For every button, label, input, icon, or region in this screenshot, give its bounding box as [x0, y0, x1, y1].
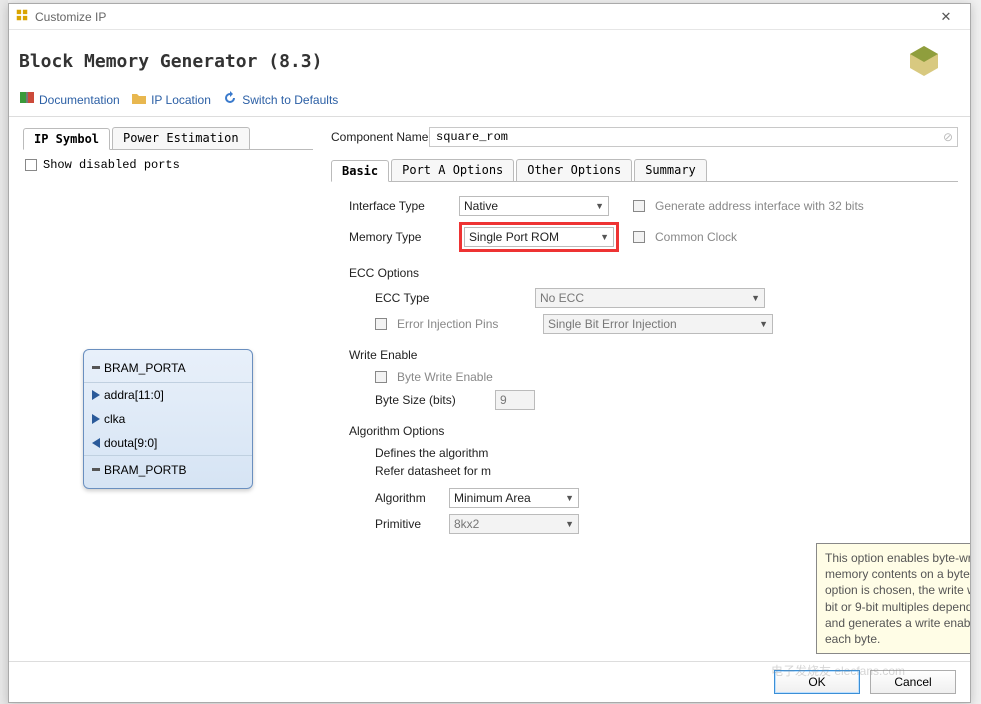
right-pane: Component Name square_rom ⊘ Basic Port A…: [331, 127, 958, 657]
tab-other-options[interactable]: Other Options: [516, 159, 632, 181]
window-title: Customize IP: [35, 10, 106, 24]
primitive-label: Primitive: [375, 517, 449, 531]
byte-size-label: Byte Size (bits): [375, 393, 495, 407]
bram-porta-label: BRAM_PORTA: [104, 361, 186, 375]
error-injection-pins-checkbox: [375, 318, 387, 330]
interface-type-value: Native: [464, 199, 498, 213]
memory-type-label: Memory Type: [349, 230, 459, 244]
component-name-value: square_rom: [436, 130, 508, 144]
ecc-type-value: No ECC: [540, 291, 584, 305]
chevron-down-icon: ▼: [600, 232, 609, 242]
chevron-down-icon: ▼: [595, 201, 604, 211]
gen-addr32-label: Generate address interface with 32 bits: [655, 199, 864, 213]
ip-location-link[interactable]: IP Location: [131, 91, 211, 108]
interface-type-select[interactable]: Native ▼: [459, 196, 609, 216]
interface-type-label: Interface Type: [349, 199, 459, 213]
vendor-logo-icon: [908, 44, 940, 79]
gen-addr32-checkbox: [633, 200, 645, 212]
byte-write-tooltip: This option enables byte-writes, which u…: [816, 543, 970, 654]
dialog-header: Block Memory Generator (8.3): [9, 30, 970, 87]
primitive-value: 8kx2: [454, 517, 479, 531]
algorithm-value: Minimum Area: [454, 491, 531, 505]
ecc-section-title: ECC Options: [349, 266, 952, 280]
bram-portb-label: BRAM_PORTB: [104, 463, 186, 477]
algorithm-label: Algorithm: [375, 491, 449, 505]
tab-ip-symbol[interactable]: IP Symbol: [23, 128, 110, 150]
algorithm-desc1: Defines the algorithm: [375, 446, 952, 460]
error-injection-select: Single Bit Error Injection ▼: [543, 314, 773, 334]
window-titlebar: Customize IP ✕: [9, 4, 970, 30]
byte-write-enable-label: Byte Write Enable: [397, 370, 493, 384]
clear-icon[interactable]: ⊘: [943, 130, 953, 144]
common-clock-checkbox: [633, 231, 645, 243]
algorithm-select[interactable]: Minimum Area ▼: [449, 488, 579, 508]
dialog-toolbar: Documentation IP Location Switch to Defa…: [9, 87, 970, 117]
algorithm-desc2: Refer datasheet for m: [375, 464, 952, 478]
refresh-icon: [222, 91, 238, 108]
common-clock-label: Common Clock: [655, 230, 737, 244]
tab-power-estimation[interactable]: Power Estimation: [112, 127, 250, 149]
switch-defaults-link[interactable]: Switch to Defaults: [222, 91, 338, 108]
byte-size-select: 9: [495, 390, 535, 410]
error-injection-value: Single Bit Error Injection: [548, 317, 677, 331]
show-disabled-ports-label: Show disabled ports: [43, 158, 180, 172]
tab-porta-options[interactable]: Port A Options: [391, 159, 514, 181]
documentation-label: Documentation: [39, 93, 120, 107]
close-icon[interactable]: ✕: [928, 5, 964, 29]
folder-icon: [131, 91, 147, 108]
algorithm-section-title: Algorithm Options: [349, 424, 952, 438]
dialog-footer: OK Cancel: [9, 661, 970, 702]
show-disabled-ports-checkbox[interactable]: [25, 159, 37, 171]
left-pane: IP Symbol Power Estimation Show disabled…: [23, 127, 313, 657]
byte-write-enable-checkbox: [375, 371, 387, 383]
tab-basic[interactable]: Basic: [331, 160, 389, 182]
port-clka: clka: [104, 412, 125, 426]
ip-location-label: IP Location: [151, 93, 211, 107]
app-icon: [15, 8, 29, 25]
cancel-button[interactable]: Cancel: [870, 670, 956, 694]
ip-title: Block Memory Generator (8.3): [19, 51, 322, 72]
write-enable-section-title: Write Enable: [349, 348, 952, 362]
documentation-link[interactable]: Documentation: [19, 91, 120, 108]
book-icon: [19, 91, 35, 108]
primitive-select: 8kx2 ▼: [449, 514, 579, 534]
memory-type-highlight: Single Port ROM ▼: [459, 222, 619, 252]
chevron-down-icon: ▼: [759, 319, 768, 329]
tab-summary[interactable]: Summary: [634, 159, 707, 181]
port-douta: douta[9:0]: [104, 436, 157, 450]
memory-type-select[interactable]: Single Port ROM ▼: [464, 227, 614, 247]
component-name-input[interactable]: square_rom ⊘: [429, 127, 958, 147]
memory-type-value: Single Port ROM: [469, 230, 559, 244]
chevron-down-icon: ▼: [565, 519, 574, 529]
ip-symbol-diagram: BRAM_PORTA addra[11:0] clka douta[9:0] B…: [83, 349, 253, 489]
port-addra: addra[11:0]: [104, 388, 164, 402]
customize-ip-window: Customize IP ✕ Block Memory Generator (8…: [8, 3, 971, 703]
switch-defaults-label: Switch to Defaults: [242, 93, 338, 107]
error-injection-pins-label: Error Injection Pins: [397, 317, 543, 331]
chevron-down-icon: ▼: [565, 493, 574, 503]
ok-button[interactable]: OK: [774, 670, 860, 694]
byte-size-value: 9: [500, 393, 507, 407]
chevron-down-icon: ▼: [751, 293, 760, 303]
ecc-type-label: ECC Type: [375, 291, 535, 305]
ecc-type-select: No ECC ▼: [535, 288, 765, 308]
component-name-label: Component Name: [331, 130, 429, 144]
